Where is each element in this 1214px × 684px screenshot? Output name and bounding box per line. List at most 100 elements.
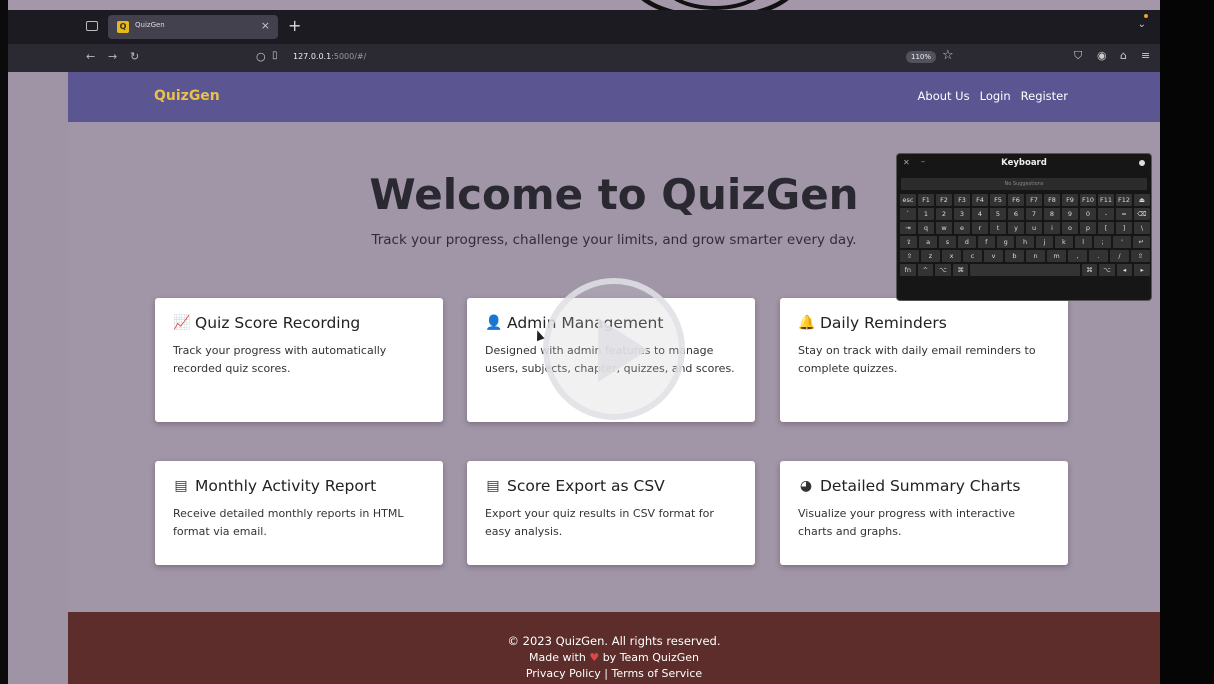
keyboard-key[interactable]: ⌥: [935, 264, 951, 276]
nav-login[interactable]: Login: [980, 89, 1011, 103]
keyboard-key[interactable]: F11: [1098, 194, 1114, 206]
keyboard-key[interactable]: b: [1005, 250, 1024, 262]
keyboard-key[interactable]: ⇧: [1131, 250, 1150, 262]
keyboard-key[interactable]: g: [996, 236, 1015, 248]
keyboard-key[interactable]: 4: [972, 208, 988, 220]
keyboard-key[interactable]: F9: [1062, 194, 1078, 206]
keyboard-key[interactable]: fn: [900, 264, 916, 276]
keyboard-key[interactable]: 6: [1008, 208, 1024, 220]
keyboard-key[interactable]: o: [1062, 222, 1078, 234]
keyboard-key[interactable]: n: [1026, 250, 1045, 262]
keyboard-key[interactable]: i: [1044, 222, 1060, 234]
keyboard-key[interactable]: d: [958, 236, 976, 248]
keyboard-key[interactable]: a: [919, 236, 937, 248]
keyboard-key[interactable]: 3: [954, 208, 970, 220]
keyboard-key[interactable]: [: [1098, 222, 1114, 234]
keyboard-key[interactable]: esc: [900, 194, 916, 206]
keyboard-key[interactable]: ,: [1068, 250, 1087, 262]
keyboard-key[interactable]: ⌫: [1134, 208, 1150, 220]
keyboard-key[interactable]: 0: [1080, 208, 1096, 220]
pocket-icon[interactable]: ⛉: [1074, 49, 1082, 63]
nav-about-us[interactable]: About Us: [918, 89, 970, 103]
keyboard-key[interactable]: h: [1016, 236, 1034, 248]
keyboard-key[interactable]: ◂: [1116, 264, 1133, 276]
keyboard-key[interactable]: ⇥: [900, 222, 916, 234]
reload-icon[interactable]: ↻: [130, 50, 139, 63]
keyboard-key[interactable]: q: [918, 222, 934, 234]
page-info-icon[interactable]: ▯: [272, 50, 278, 61]
keyboard-key[interactable]: F12: [1116, 194, 1132, 206]
bookmark-star-icon[interactable]: ☆: [942, 48, 954, 63]
keyboard-key[interactable]: p: [1080, 222, 1096, 234]
tracking-shield-icon[interactable]: ○: [256, 50, 266, 63]
keyboard-key[interactable]: z: [921, 250, 940, 262]
keyboard-key[interactable]: ⌘: [952, 264, 969, 276]
keyboard-key[interactable]: ⇧: [900, 250, 919, 262]
keyboard-key[interactable]: y: [1008, 222, 1024, 234]
keyboard-key[interactable]: ↵: [1132, 236, 1151, 248]
keyboard-key[interactable]: -: [1098, 208, 1114, 220]
keyboard-key[interactable]: F8: [1044, 194, 1060, 206]
window-list-icon[interactable]: [86, 21, 98, 31]
keyboard-key[interactable]: 8: [1044, 208, 1060, 220]
keyboard-key[interactable]: F7: [1026, 194, 1042, 206]
forward-icon[interactable]: →: [108, 50, 117, 63]
tab-quizgen[interactable]: Q QuizGen ×: [108, 15, 278, 39]
keyboard-key[interactable]: F6: [1008, 194, 1024, 206]
nav-register[interactable]: Register: [1021, 89, 1068, 103]
play-icon[interactable]: [598, 318, 648, 382]
keyboard-key[interactable]: f: [977, 236, 995, 248]
keyboard-key[interactable]: =: [1116, 208, 1132, 220]
zoom-level[interactable]: 110%: [906, 51, 937, 63]
keyboard-key[interactable]: m: [1047, 250, 1066, 262]
keyboard-key[interactable]: ⌘: [1081, 264, 1098, 276]
keyboard-key[interactable]: v: [984, 250, 1003, 262]
footer-links[interactable]: Privacy Policy | Terms of Service: [68, 667, 1160, 680]
keyboard-key[interactable]: F2: [936, 194, 952, 206]
back-icon[interactable]: ←: [86, 50, 95, 63]
account-icon[interactable]: ◉: [1097, 49, 1107, 62]
keyboard-key[interactable]: ▸: [1134, 264, 1150, 276]
keyboard-key[interactable]: j: [1035, 236, 1054, 248]
keyboard-key[interactable]: r: [972, 222, 988, 234]
keyboard-key[interactable]: k: [1055, 236, 1073, 248]
keyboard-key[interactable]: c: [963, 250, 982, 262]
new-tab-icon[interactable]: +: [288, 16, 301, 35]
keyboard-key[interactable]: 7: [1026, 208, 1042, 220]
keyboard-key[interactable]: ': [1113, 236, 1131, 248]
keyboard-key[interactable]: F10: [1080, 194, 1096, 206]
site-brand[interactable]: QuizGen: [154, 88, 220, 104]
keyboard-key[interactable]: ⌥: [1099, 264, 1115, 276]
keyboard-key[interactable]: ⏏: [1134, 194, 1150, 206]
keyboard-key[interactable]: w: [936, 222, 952, 234]
keyboard-key[interactable]: F1: [918, 194, 934, 206]
keyboard-key[interactable]: l: [1074, 236, 1092, 248]
keyboard-key[interactable]: u: [1026, 222, 1042, 234]
keyboard-options-icon[interactable]: [1139, 160, 1145, 166]
extensions-icon[interactable]: ⌂: [1120, 49, 1127, 62]
keyboard-key[interactable]: ⇪: [900, 236, 918, 248]
address-bar[interactable]: 127.0.0.1:5000/#/: [293, 52, 366, 61]
keyboard-key[interactable]: x: [942, 250, 961, 262]
keyboard-key[interactable]: \: [1134, 222, 1150, 234]
keyboard-key[interactable]: 5: [990, 208, 1006, 220]
keyboard-key[interactable]: [970, 264, 1080, 276]
keyboard-key[interactable]: 2: [936, 208, 952, 220]
keyboard-key[interactable]: ;: [1093, 236, 1112, 248]
keyboard-key[interactable]: .: [1089, 250, 1108, 262]
keyboard-key[interactable]: /: [1110, 250, 1129, 262]
keyboard-key[interactable]: t: [990, 222, 1006, 234]
keyboard-key[interactable]: F3: [954, 194, 970, 206]
keyboard-key[interactable]: 9: [1062, 208, 1078, 220]
keyboard-key[interactable]: F5: [990, 194, 1006, 206]
keyboard-key[interactable]: ]: [1116, 222, 1132, 234]
keyboard-key[interactable]: e: [954, 222, 970, 234]
keyboard-key[interactable]: ^: [917, 264, 934, 276]
keyboard-key[interactable]: `: [900, 208, 916, 220]
keyboard-key[interactable]: F4: [972, 194, 988, 206]
tab-list-chevron-icon[interactable]: ⌄: [1138, 19, 1146, 30]
keyboard-key[interactable]: 1: [918, 208, 934, 220]
close-tab-icon[interactable]: ×: [261, 19, 270, 32]
keyboard-key[interactable]: s: [938, 236, 957, 248]
menu-icon[interactable]: ≡: [1141, 49, 1150, 62]
